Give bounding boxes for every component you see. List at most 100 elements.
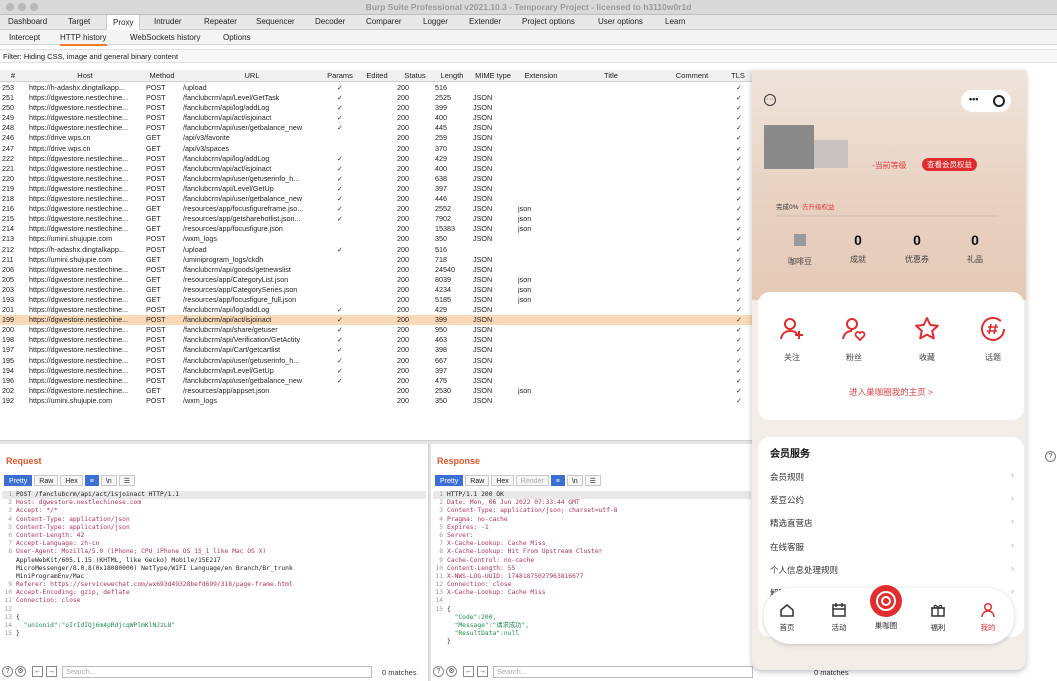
table-row[interactable]: 222 https://dgwestore.nestlechine... POST /… [0,154,752,164]
table-row[interactable]: 193 https://dgwestore.nestlechine... GET/r… [0,295,752,305]
previous-match-icon[interactable]: ← [32,666,43,677]
my-homepage-link[interactable]: 进入巢咖圈我的主页 > [758,386,1024,398]
response-format-icon[interactable]: ≡ [550,475,565,486]
previous-match-icon[interactable]: ← [463,666,474,677]
menu-comparer[interactable]: Comparer [366,17,402,26]
table-row[interactable]: 205 https://dgwestore.nestlechine... GET/r… [0,275,752,285]
col-edited[interactable]: Edited [360,71,394,80]
request-editor[interactable]: 1 POST /fanclubcrm/api/act/isjoinact HTTP… [2,491,426,659]
table-row[interactable]: 214 https://dgwestore.nestlechine... GET/r… [0,224,752,234]
help-icon[interactable]: ? [433,666,444,677]
table-row[interactable]: 203 https://dgwestore.nestlechine... GET/r… [0,285,752,295]
request-newline-icon[interactable]: \n [100,475,117,486]
stat-gifts[interactable]: 0 礼品 [950,232,1000,265]
table-row[interactable]: 199 https://dgwestore.nestlechine... POST /… [0,315,752,326]
table-row[interactable]: 216 https://dgwestore.nestlechine... GET/r… [0,204,752,214]
tab-mine[interactable]: 我的 [968,602,1008,633]
back-icon[interactable]: ··· [764,94,776,106]
col-tls[interactable]: TLS [728,71,748,80]
col-comment[interactable]: Comment [660,71,724,80]
menu-project-options[interactable]: Project options [522,17,575,26]
more-icon[interactable]: ••• [969,94,978,104]
request-raw-button[interactable]: Raw [34,475,59,486]
tab-home[interactable]: 首页 [767,602,807,633]
response-editor[interactable]: 1 HTTP/1.1 200 OK 2 Date: Mon, 06 Jun 2022 … [433,491,751,659]
request-format-icon[interactable]: ≡ [84,475,99,486]
table-row[interactable]: 219 https://dgwestore.nestlechine... POST /… [0,184,752,194]
col-title[interactable]: Title [566,71,656,80]
tab-http-history[interactable]: HTTP history [60,33,107,46]
service-direct-stores[interactable]: 精选直营店 › [770,516,1014,529]
col-params[interactable]: Params [323,71,357,80]
table-row[interactable]: 206 https://dgwestore.nestlechine... POST /… [0,265,752,275]
table-row[interactable]: 213 https://umini.shujupie.com POST/wxm_lo… [0,234,752,244]
tab-circle[interactable]: 巢咖圈 [866,584,906,631]
request-response-splitter[interactable] [428,444,431,681]
menu-dashboard[interactable]: Dashboard [8,17,47,26]
fans-entry[interactable]: 粉丝 [829,316,879,363]
table-row[interactable]: 253 https://h-adashx.dingtalkapp... POST/u… [0,83,752,93]
response-render-button[interactable]: Render [515,475,549,486]
help-icon[interactable]: ? [2,666,13,677]
response-menu-icon[interactable]: ☰ [584,475,601,486]
tab-activity[interactable]: 活动 [819,602,859,633]
settings-gear-icon[interactable]: ⚙ [446,666,457,677]
table-row[interactable]: 251 https://dgwestore.nestlechine... POST /… [0,93,752,103]
table-row[interactable]: 202 https://dgwestore.nestlechine... GET/r… [0,386,752,396]
menu-extender[interactable]: Extender [469,17,501,26]
service-member-rules[interactable]: 会员规则 › [770,470,1014,483]
response-newline-icon[interactable]: \n [566,475,583,486]
table-row[interactable]: 247 https://drive.wps.cn GET/api/v3/spaces… [0,144,752,154]
table-row[interactable]: 250 https://dgwestore.nestlechine... POST /… [0,103,752,113]
response-pretty-button[interactable]: Pretty [435,475,464,486]
close-mini-icon[interactable] [993,95,1005,107]
col-status[interactable]: Status [398,71,432,80]
settings-gear-icon[interactable]: ⚙ [15,666,26,677]
menu-intruder[interactable]: Intruder [154,17,182,26]
stat-coupons[interactable]: 0 优惠券 [892,232,942,265]
favorites-entry[interactable]: 收藏 [902,316,952,363]
capsule-menu[interactable]: ••• [961,90,1011,112]
table-row[interactable]: 246 https://drive.wps.cn GET/api/v3/favori… [0,133,752,143]
tab-welfare[interactable]: 福利 [918,602,958,633]
tab-options[interactable]: Options [223,33,251,42]
table-row[interactable]: 215 https://dgwestore.nestlechine... GET/r… [0,214,752,224]
col-length[interactable]: Length [435,71,469,80]
request-menu-icon[interactable]: ☰ [118,475,135,486]
avatar[interactable] [764,125,814,169]
table-row[interactable]: 201 https://dgwestore.nestlechine... POST /… [0,305,752,315]
next-match-icon[interactable]: → [46,666,57,677]
stat-achievements[interactable]: 0 成就 [833,232,883,265]
table-row[interactable]: 221 https://dgwestore.nestlechine... POST /… [0,164,752,174]
menu-sequencer[interactable]: Sequencer [256,17,295,26]
table-row[interactable]: 220 https://dgwestore.nestlechine... POST /… [0,174,752,184]
tab-websockets-history[interactable]: WebSockets history [130,33,201,42]
service-online-support[interactable]: 在线客服 › [770,540,1014,553]
col-url[interactable]: URL [182,71,322,80]
request-hex-button[interactable]: Hex [60,475,83,486]
response-hex-button[interactable]: Hex [491,475,514,486]
service-privacy-rules[interactable]: 个人信息处理规则 › [770,563,1014,576]
table-row[interactable]: 211 https://umini.shujupie.com GET/uminipr… [0,255,752,265]
menu-target[interactable]: Target [68,17,90,26]
menu-user-options[interactable]: User options [598,17,643,26]
menu-logger[interactable]: Logger [423,17,448,26]
col-extension[interactable]: Extension [518,71,564,80]
table-row[interactable]: 248 https://dgwestore.nestlechine... POST /… [0,123,752,133]
view-vip-benefits-button[interactable]: 查看会员权益 [922,158,977,171]
table-row[interactable]: 192 https://umini.shujupie.com POST/wxm_lo… [0,396,752,406]
response-search-input[interactable]: Search... [493,666,753,678]
table-row[interactable]: 200 https://dgwestore.nestlechine... POST /… [0,325,752,335]
table-row[interactable]: 212 https://h-adashx.dingtalkapp... POST/u… [0,245,752,255]
table-row[interactable]: 198 https://dgwestore.nestlechine... POST /… [0,335,752,345]
service-fan-convention[interactable]: 爱豆公约 › [770,493,1014,506]
table-row[interactable]: 218 https://dgwestore.nestlechine... POST /… [0,194,752,204]
menu-decoder[interactable]: Decoder [315,17,345,26]
topics-entry[interactable]: 话题 [968,316,1018,363]
tab-intercept[interactable]: Intercept [9,33,40,42]
col-mime-type[interactable]: MIME type [470,71,516,80]
col-host[interactable]: Host [40,71,130,80]
next-match-icon[interactable]: → [477,666,488,677]
filter-bar[interactable]: Filter: Hiding CSS, image and general bi… [0,49,1057,63]
menu-learn[interactable]: Learn [665,17,685,26]
